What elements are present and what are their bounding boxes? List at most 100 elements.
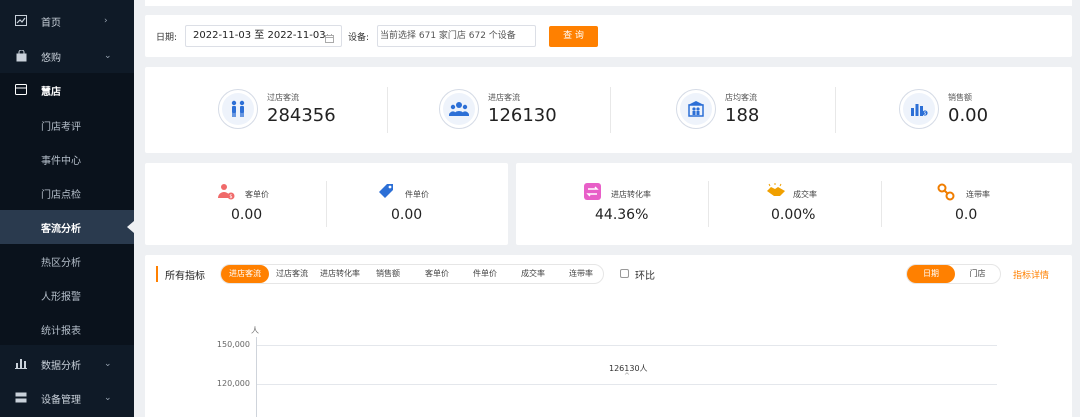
stat-value: 0.00% <box>771 207 816 223</box>
compare-checkbox[interactable] <box>620 269 629 278</box>
sidebar-subitem-human-alarm[interactable]: 人形报警 <box>0 278 134 312</box>
divider <box>881 181 882 227</box>
sidebar-subitem-store-evaluation[interactable]: 门店考评 <box>0 108 134 142</box>
stat-title: 店均客流 <box>725 93 757 102</box>
tab-deal-rate[interactable]: 成交率 <box>511 265 555 283</box>
panel-title: 所有指标 <box>165 271 205 282</box>
sales-chart-icon: $ <box>903 93 935 125</box>
tab-customer-price[interactable]: 客单价 <box>415 265 459 283</box>
sidebar-subitem-traffic-analysis[interactable]: 客流分析 <box>0 210 134 244</box>
tab-attach-rate[interactable]: 连带率 <box>559 265 603 283</box>
sidebar-item-label: 门店点检 <box>41 189 81 201</box>
stat-title: 销售额 <box>948 93 972 102</box>
device-selector[interactable]: 当前选择 671 家门店 672 个设备 <box>377 25 536 47</box>
stat-value: 0.00 <box>948 105 989 126</box>
tab-sales[interactable]: 销售额 <box>367 265 409 283</box>
divider <box>326 181 327 227</box>
svg-text:$: $ <box>924 111 927 116</box>
sidebar-item-label: 首页 <box>41 17 61 29</box>
stat-title: 件单价 <box>405 190 429 199</box>
sidebar-item-label: 事件中心 <box>41 155 81 167</box>
sidebar-item-label: 客流分析 <box>41 223 81 235</box>
data-point-marker: ^ <box>624 372 630 380</box>
dimension-toggle: 日期 门店 <box>906 264 1001 284</box>
sidebar-item-home[interactable]: 首页 › <box>0 4 134 38</box>
device-icon <box>15 391 27 404</box>
sidebar-subitem-statistics-report[interactable]: 统计报表 <box>0 312 134 346</box>
y-tick-label: 120,000 <box>216 379 250 388</box>
traffic-summary-panel: 过店客流 284356 进店客流 126130 店均客流 188 $ 销售额 0… <box>145 67 1072 153</box>
stat-title: 进店客流 <box>488 93 520 102</box>
sidebar-item-label: 数据分析 <box>41 360 81 372</box>
tab-conversion-rate[interactable]: 进店转化率 <box>315 265 365 283</box>
stat-deal-rate: 成交率 0.00% <box>766 181 886 231</box>
conversion-icon <box>584 183 602 201</box>
sidebar-item-label: 热区分析 <box>41 257 81 269</box>
device-label: 设备: <box>348 33 370 43</box>
filter-bar: 日期: 2022-11-03 至 2022-11-03 设备: 当前选择 671… <box>145 15 1072 57</box>
rate-summary-panel: 进店转化率 44.36% 成交率 0.00% 连带率 0.0 <box>516 163 1072 245</box>
sidebar-item-label: 统计报表 <box>41 325 81 337</box>
sidebar-subitem-event-center[interactable]: 事件中心 <box>0 142 134 176</box>
group-icon <box>443 93 475 125</box>
sidebar-subitem-store-inspection[interactable]: 门店点检 <box>0 176 134 210</box>
sidebar-subitem-heatmap-analysis[interactable]: 热区分析 <box>0 244 134 278</box>
y-axis-unit: 人 <box>251 326 259 335</box>
bar-chart-icon <box>15 357 27 370</box>
date-range-value: 2022-11-03 至 2022-11-03 <box>193 30 326 41</box>
stat-title: 进店转化率 <box>611 190 651 199</box>
stat-title: 过店客流 <box>267 93 299 102</box>
stat-attach-rate: 连带率 0.0 <box>937 181 1057 231</box>
stat-value: 284356 <box>267 105 336 126</box>
svg-text:$: $ <box>229 194 232 200</box>
store-icon <box>15 83 27 96</box>
stat-value: 0.0 <box>955 207 978 223</box>
stat-value: 44.36% <box>595 207 649 223</box>
sidebar-item-label: 悠购 <box>41 52 61 64</box>
sidebar-item-huidian[interactable]: 慧店 <box>0 73 134 107</box>
stat-title: 客单价 <box>245 190 269 199</box>
tab-passing-traffic[interactable]: 过店客流 <box>271 265 313 283</box>
chevron-down-icon: ⌄ <box>104 393 112 403</box>
divider <box>708 181 709 227</box>
sidebar-item-label: 慧店 <box>41 86 61 98</box>
sidebar-item-data-analysis[interactable]: 数据分析 ⌄ <box>0 347 134 381</box>
title-accent-bar <box>156 266 158 282</box>
shopping-bag-icon <box>15 49 27 62</box>
toggle-store[interactable]: 门店 <box>955 265 1000 283</box>
link-icon <box>937 183 955 201</box>
metric-details-link[interactable]: 指标详情 <box>1013 268 1049 281</box>
active-indicator <box>127 221 134 233</box>
sidebar-item-yougou[interactable]: 悠购 ⌄ <box>0 39 134 73</box>
chevron-down-icon: ⌄ <box>104 51 112 61</box>
stat-item-price: 件单价 0.00 <box>378 181 498 231</box>
tab-item-price[interactable]: 件单价 <box>463 265 507 283</box>
gridline <box>257 384 997 385</box>
sidebar: 首页 › 悠购 ⌄ 慧店 门店考评 事件中心 门店点检 客流分析 热区分析 人形… <box>0 0 134 417</box>
sidebar-item-label: 设备管理 <box>41 394 81 406</box>
tab-entering-traffic[interactable]: 进店客流 <box>221 265 269 283</box>
stat-value: 0.00 <box>231 207 263 223</box>
stat-title: 连带率 <box>966 190 990 199</box>
chevron-down-icon: ⌄ <box>104 359 112 369</box>
sidebar-item-device-management[interactable]: 设备管理 ⌄ <box>0 381 134 415</box>
stat-value: 188 <box>725 105 760 126</box>
query-button[interactable]: 查 询 <box>549 26 598 47</box>
chevron-right-icon: › <box>104 16 108 26</box>
people-walking-icon <box>222 93 254 125</box>
divider <box>610 87 611 133</box>
metrics-chart-panel: 所有指标 进店客流 过店客流 进店转化率 销售额 客单价 件单价 成交率 连带率… <box>145 255 1072 417</box>
customer-price-icon: $ <box>217 183 235 201</box>
divider <box>835 87 836 133</box>
stat-title: 成交率 <box>793 190 817 199</box>
chart-icon <box>15 14 27 27</box>
price-summary-panel: $ 客单价 0.00 件单价 0.00 <box>145 163 508 245</box>
stat-value: 126130 <box>488 105 557 126</box>
toggle-date[interactable]: 日期 <box>907 265 955 283</box>
stat-customer-price: $ 客单价 0.00 <box>217 181 337 231</box>
date-range-picker[interactable]: 2022-11-03 至 2022-11-03 <box>185 25 342 47</box>
sidebar-item-label: 人形报警 <box>41 291 81 303</box>
divider <box>387 87 388 133</box>
stat-conversion-rate: 进店转化率 44.36% <box>584 181 704 231</box>
calendar-icon[interactable] <box>325 31 334 43</box>
